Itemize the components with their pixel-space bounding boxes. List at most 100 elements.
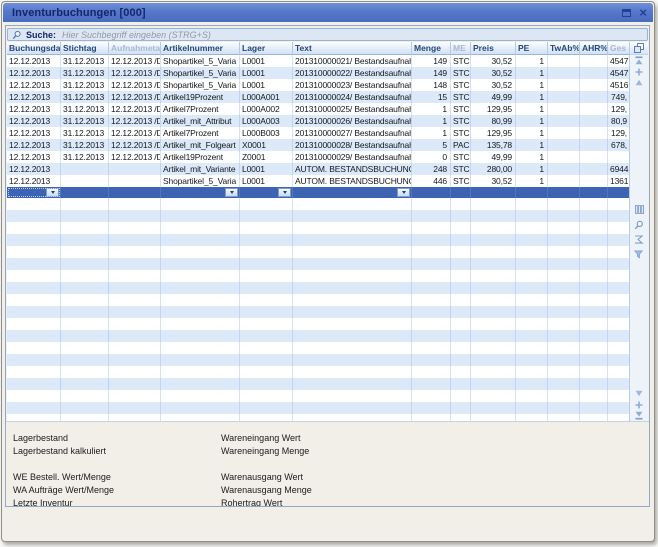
table-cell[interactable]: L0001 — [240, 163, 293, 175]
empty-table-row[interactable] — [7, 210, 629, 222]
table-cell[interactable] — [548, 210, 580, 222]
table-cell[interactable] — [516, 378, 548, 390]
table-cell[interactable]: 12.12.2013 — [7, 79, 61, 91]
table-cell[interactable] — [451, 378, 471, 390]
table-cell[interactable] — [608, 342, 629, 354]
table-cell[interactable]: 12.12.2013 /Do — [109, 139, 161, 151]
table-cell[interactable] — [240, 258, 293, 270]
table-cell[interactable] — [580, 306, 608, 318]
table-cell[interactable] — [240, 198, 293, 210]
table-cell[interactable] — [293, 354, 412, 366]
table-cell[interactable] — [471, 342, 516, 354]
table-cell[interactable] — [471, 354, 516, 366]
table-cell[interactable]: 12.12.2013 — [7, 67, 61, 79]
table-cell[interactable] — [548, 306, 580, 318]
table-cell[interactable] — [109, 342, 161, 354]
table-cell[interactable] — [451, 306, 471, 318]
table-cell[interactable] — [293, 222, 412, 234]
table-cell[interactable] — [412, 198, 451, 210]
table-cell[interactable] — [293, 414, 412, 421]
table-cell[interactable] — [451, 210, 471, 222]
table-cell[interactable] — [7, 378, 61, 390]
table-cell[interactable] — [293, 306, 412, 318]
table-cell[interactable] — [516, 234, 548, 246]
table-cell[interactable] — [580, 151, 608, 163]
table-cell[interactable] — [412, 258, 451, 270]
table-cell[interactable]: 4516 — [608, 79, 629, 91]
table-cell[interactable]: 149 — [412, 55, 451, 67]
table-cell[interactable] — [451, 342, 471, 354]
table-cell[interactable]: 201310000022/ Bestandsaufnahme I — [293, 67, 412, 79]
table-cell[interactable] — [161, 390, 240, 402]
table-cell[interactable]: 6944 — [608, 163, 629, 175]
table-cell[interactable] — [412, 294, 451, 306]
column-header-preis[interactable]: Preis — [471, 42, 516, 55]
table-cell[interactable] — [471, 282, 516, 294]
table-cell[interactable]: 1 — [516, 67, 548, 79]
table-cell[interactable] — [608, 198, 629, 210]
table-cell[interactable] — [580, 115, 608, 127]
table-cell[interactable] — [109, 210, 161, 222]
filter-cell-preis[interactable] — [471, 187, 516, 198]
table-cell[interactable] — [471, 234, 516, 246]
empty-table-row[interactable] — [7, 306, 629, 318]
filter-cell-ahr-[interactable] — [580, 187, 608, 198]
table-cell[interactable] — [61, 366, 109, 378]
table-cell[interactable] — [471, 378, 516, 390]
table-cell[interactable] — [293, 234, 412, 246]
table-cell[interactable]: 1 — [516, 139, 548, 151]
table-row[interactable]: 12.12.2013Artikel_mit_VarianteL0001AUTOM… — [7, 163, 629, 175]
table-cell[interactable] — [580, 198, 608, 210]
table-cell[interactable] — [608, 330, 629, 342]
table-cell[interactable]: STCK — [451, 79, 471, 91]
table-cell[interactable] — [580, 378, 608, 390]
table-cell[interactable] — [240, 378, 293, 390]
empty-table-row[interactable] — [7, 378, 629, 390]
table-cell[interactable] — [608, 354, 629, 366]
table-cell[interactable] — [548, 258, 580, 270]
table-cell[interactable]: 12.12.2013 — [7, 151, 61, 163]
table-cell[interactable]: 148 — [412, 79, 451, 91]
table-cell[interactable] — [412, 282, 451, 294]
table-cell[interactable] — [471, 414, 516, 421]
table-row[interactable]: 12.12.201331.12.201312.12.2013 /DoShopar… — [7, 67, 629, 79]
table-cell[interactable] — [161, 282, 240, 294]
table-cell[interactable] — [516, 402, 548, 414]
table-cell[interactable] — [7, 390, 61, 402]
filter-cell-stichtag[interactable] — [61, 187, 109, 198]
table-cell[interactable] — [293, 318, 412, 330]
table-row[interactable]: 12.12.2013Shopartikel_5_VariaL0001AUTOM.… — [7, 175, 629, 187]
filter-cell-text[interactable] — [293, 187, 412, 198]
table-cell[interactable] — [451, 414, 471, 421]
table-cell[interactable] — [109, 234, 161, 246]
table-cell[interactable] — [293, 210, 412, 222]
table-cell[interactable] — [451, 366, 471, 378]
table-cell[interactable] — [109, 294, 161, 306]
table-cell[interactable] — [548, 354, 580, 366]
table-cell[interactable] — [61, 378, 109, 390]
column-header-ges[interactable]: Ges — [608, 42, 629, 55]
table-cell[interactable] — [293, 342, 412, 354]
table-row[interactable]: 12.12.201331.12.201312.12.2013 /DoShopar… — [7, 55, 629, 67]
table-cell[interactable] — [580, 330, 608, 342]
table-cell[interactable] — [548, 151, 580, 163]
table-cell[interactable] — [412, 342, 451, 354]
table-cell[interactable] — [548, 414, 580, 421]
table-cell[interactable] — [61, 342, 109, 354]
scroll-bottom-button[interactable] — [630, 410, 648, 421]
table-cell[interactable] — [516, 246, 548, 258]
table-cell[interactable] — [412, 402, 451, 414]
table-cell[interactable] — [451, 318, 471, 330]
vertical-scrollbar[interactable] — [629, 42, 648, 421]
copy-button[interactable] — [630, 42, 648, 55]
table-cell[interactable] — [240, 294, 293, 306]
table-cell[interactable] — [516, 390, 548, 402]
table-cell[interactable] — [161, 354, 240, 366]
table-cell[interactable] — [61, 258, 109, 270]
table-cell[interactable]: STCK — [451, 163, 471, 175]
table-cell[interactable] — [548, 330, 580, 342]
table-cell[interactable] — [548, 67, 580, 79]
table-cell[interactable]: 135,78 — [471, 139, 516, 151]
column-header-lager[interactable]: Lager — [240, 42, 293, 55]
table-cell[interactable]: 1 — [516, 79, 548, 91]
